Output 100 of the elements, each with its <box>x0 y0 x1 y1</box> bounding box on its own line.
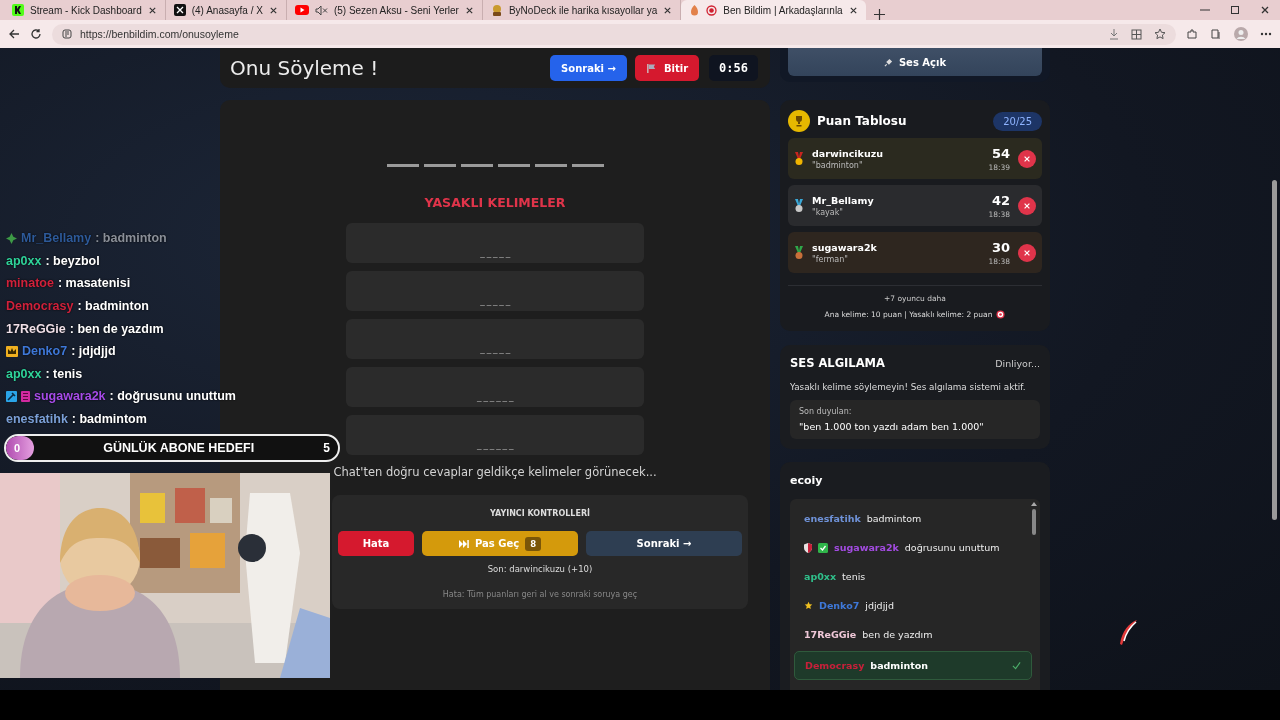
hidden-word: _ _ _ _ _ _ <box>477 440 513 450</box>
hidden-word: _ _ _ _ _ _ <box>477 392 513 402</box>
flag-icon <box>645 62 657 74</box>
gem-badge-icon <box>6 232 17 244</box>
chat-text: jdjdjjd <box>865 600 894 611</box>
next-button[interactable]: Sonraki → <box>550 55 627 81</box>
chat-username: 17ReGGie <box>6 321 66 336</box>
close-icon <box>1023 201 1031 210</box>
chat-username: Denko7 <box>22 344 68 359</box>
listening-status: Dinliyor... <box>995 357 1040 369</box>
chat-text: : badminton <box>77 299 149 314</box>
chat-text: : beyzbol <box>45 253 100 268</box>
remove-button[interactable] <box>1018 149 1036 168</box>
remove-button[interactable] <box>1018 196 1036 215</box>
sound-toggle-button[interactable]: Ses Açık <box>788 48 1042 76</box>
close-icon[interactable] <box>464 5 474 15</box>
apps-icon[interactable] <box>1131 28 1142 40</box>
star-icon[interactable] <box>1154 28 1166 40</box>
favicon-icon <box>173 4 186 16</box>
chat-text: badminton <box>870 660 929 671</box>
chat-username: sugawara2k <box>34 389 106 404</box>
feather-icon <box>1117 619 1139 647</box>
scrollbar-thumb[interactable] <box>1272 180 1277 520</box>
hint-text: Chat'ten doğru cevaplar geldikçe kelimeler görünecek... <box>333 465 657 479</box>
microphone-icon <box>883 57 893 67</box>
close-icon <box>1023 154 1031 163</box>
finish-button[interactable]: Bitir <box>634 55 700 81</box>
maximize-icon[interactable] <box>1230 5 1240 15</box>
target-icon <box>996 310 1006 319</box>
remove-button[interactable] <box>1018 243 1036 262</box>
chat-username: enesfatihk <box>804 513 861 524</box>
chat-username: ap0xx <box>804 571 837 582</box>
reload-icon[interactable] <box>30 28 42 40</box>
player-word: "kayak" <box>812 207 845 217</box>
address-bar[interactable]: https://benbildim.com/onusoyleme <box>52 23 1176 45</box>
chat-username: enesfatihk <box>6 412 68 427</box>
chat-username: Democrasy <box>805 660 865 671</box>
chat-text: : ben de yazdım <box>69 321 164 336</box>
warning-text: Yasaklı kelime söylemeyin! Ses algılama sistemi aktif. <box>790 382 1027 392</box>
stripes-badge-icon <box>21 390 30 402</box>
close-icon[interactable] <box>268 5 278 15</box>
player-word: "badminton" <box>812 160 864 170</box>
chat-username: minatoe <box>6 276 54 291</box>
chat-text: : badmintom <box>71 412 147 427</box>
round-counter: 20/25 <box>993 111 1042 131</box>
muted-speaker-icon[interactable] <box>314 4 328 16</box>
shield-badge-icon <box>804 542 812 553</box>
timer: 0:56 <box>709 55 758 81</box>
trophy-icon <box>788 110 810 132</box>
last-heard-label: Son duyulan: <box>799 407 853 416</box>
check-icon <box>1012 661 1021 670</box>
back-icon[interactable] <box>8 28 20 40</box>
last-heard-text: "ben 1.000 ton yazdı adam ben 1.000" <box>799 421 985 432</box>
help-text: Hata: Tüm puanları geri al ve sonraki soruya geç <box>442 590 638 599</box>
chat-username: 17ReGGie <box>804 629 857 640</box>
chat-text: tenis <box>842 571 866 582</box>
error-button[interactable]: Hata <box>338 531 414 556</box>
favicon-icon <box>12 4 24 16</box>
browser-tab[interactable]: Ben Bildim | Arkadaşlarınla <box>681 0 866 20</box>
site-info-icon[interactable] <box>62 29 72 39</box>
extensions-icon[interactable] <box>1186 28 1198 40</box>
crown-badge-icon <box>6 345 18 357</box>
player-name: Mr_Bellamy <box>812 194 875 206</box>
close-icon[interactable] <box>663 5 673 15</box>
tool-badge-icon <box>6 390 17 402</box>
close-icon[interactable] <box>848 5 858 15</box>
player-name: darwincikuzu <box>812 147 884 159</box>
download-icon[interactable] <box>1109 28 1119 40</box>
scrollbar-thumb[interactable] <box>1032 509 1036 535</box>
card-title: Puan Tablosu <box>817 114 908 128</box>
page-title: Onu Söyleme ! <box>230 56 380 80</box>
chat-username: Democrasy <box>6 299 74 314</box>
skip-button[interactable]: Pas Geç 8 <box>422 531 578 556</box>
player-score: 54 <box>991 145 1010 161</box>
chat-username: Mr_Bellamy <box>21 231 92 246</box>
menu-icon[interactable] <box>1260 32 1272 36</box>
play-icon <box>294 5 309 15</box>
next-button[interactable]: Sonraki → <box>586 531 742 556</box>
goal-target: 5 <box>323 441 330 455</box>
favorites-icon[interactable] <box>1210 28 1222 40</box>
card-title: SES ALGILAMA <box>790 356 885 370</box>
close-icon[interactable] <box>1260 5 1270 15</box>
player-score: 30 <box>991 239 1010 255</box>
chat-username: ap0xx <box>6 366 42 381</box>
hidden-word: _ _ _ _ _ <box>480 344 510 354</box>
new-tab-icon[interactable] <box>873 9 885 20</box>
chat-text: : doğrusunu unuttum <box>109 389 236 404</box>
channel-name: ecoiy <box>790 474 824 487</box>
medal-icon <box>794 245 804 260</box>
goal-current: 0 <box>6 436 34 460</box>
chat-text: : jdjdjjd <box>71 344 116 359</box>
scroll-up-icon[interactable] <box>1031 502 1037 506</box>
section-title: YASAKLI KELIMELER <box>424 195 566 210</box>
skip-count: 8 <box>525 536 542 551</box>
chat-username: sugawara2k <box>834 542 899 553</box>
hidden-word: _ _ _ _ _ <box>480 296 510 306</box>
close-icon <box>1023 248 1031 257</box>
skip-icon <box>458 539 469 548</box>
chat-text: badmintom <box>866 513 922 524</box>
close-icon[interactable] <box>147 5 157 15</box>
